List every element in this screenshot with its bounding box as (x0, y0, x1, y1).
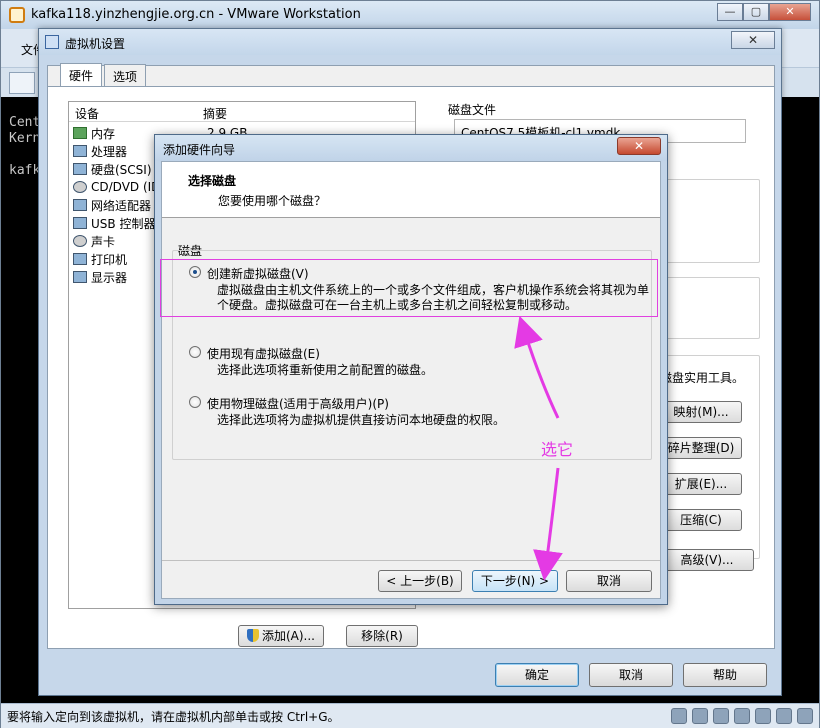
disk-status-icon[interactable] (671, 708, 687, 724)
expand-disk-button[interactable]: 扩展(E)... (660, 473, 742, 495)
wizard-header: 选择磁盘 您要使用哪个磁盘？ (162, 162, 660, 218)
network-icon (73, 199, 87, 211)
device-list-header: 设备 摘要 (69, 102, 415, 122)
device-name: USB 控制器 (91, 216, 156, 231)
wizard-cancel-button[interactable]: 取消 (566, 570, 652, 592)
device-status-icons (671, 708, 813, 724)
device-row-cd-dvd[interactable]: CD/DVD (ID (73, 178, 160, 196)
console-line: kafk (9, 163, 41, 178)
device-name: CD/DVD (ID (91, 180, 161, 194)
cd-status-icon[interactable] (692, 708, 708, 724)
option-use-physical-disk[interactable]: 使用物理磁盘(适用于高级用户)(P) 选择此选项将为虚拟机提供直接访问本地硬盘的… (189, 395, 659, 429)
hard-disk-icon (73, 163, 87, 175)
tab-options[interactable]: 选项 (104, 64, 147, 86)
settings-window-icon (45, 35, 59, 49)
add-hardware-wizard: 添加硬件向导 ✕ 选择磁盘 您要使用哪个磁盘？ 磁盘 创建新虚拟磁盘(V) 虚拟… (154, 134, 668, 605)
settings-title: 虚拟机设置 (65, 37, 126, 51)
summary-column-header[interactable]: 摘要 (203, 105, 227, 122)
option-label[interactable]: 使用物理磁盘(适用于高级用户)(P) (207, 395, 389, 412)
wizard-titlebar: 添加硬件向导 ✕ (155, 135, 667, 161)
home-tab-icon[interactable] (9, 72, 35, 94)
device-row-printer[interactable]: 打印机 (73, 250, 127, 268)
option-label[interactable]: 使用现有虚拟磁盘(E) (207, 345, 320, 362)
device-row-cpu[interactable]: 处理器 (73, 142, 127, 160)
uac-shield-icon (246, 629, 259, 642)
wizard-footer-separator (162, 560, 660, 561)
close-window-button[interactable]: ✕ (769, 3, 811, 21)
vmware-window-title: kafka118.yinzhengjie.org.cn - VMware Wor… (31, 7, 361, 22)
ok-button[interactable]: 确定 (495, 663, 579, 687)
monitor-status-icon[interactable] (797, 708, 813, 724)
device-row-usb[interactable]: USB 控制器 (73, 214, 155, 232)
maximize-button[interactable]: ▢ (743, 3, 769, 21)
cd-dvd-icon (73, 181, 87, 193)
printer-status-icon[interactable] (776, 708, 792, 724)
minimize-button[interactable]: — (717, 3, 743, 21)
advanced-button[interactable]: 高级(V)... (660, 549, 754, 571)
wizard-content: 选择磁盘 您要使用哪个磁盘？ 磁盘 创建新虚拟磁盘(V) 虚拟磁盘由主机文件系统… (161, 161, 661, 599)
help-button[interactable]: 帮助 (683, 663, 767, 687)
next-button[interactable]: 下一步(N) > (472, 570, 558, 592)
sound-status-icon[interactable] (755, 708, 771, 724)
annotation-text: 选它 (541, 440, 574, 459)
device-name: 声卡 (91, 234, 116, 249)
back-button[interactable]: < 上一步(B) (378, 570, 462, 592)
wizard-close-button[interactable]: ✕ (617, 137, 661, 155)
compact-disk-button[interactable]: 压缩(C) (660, 509, 742, 531)
device-name: 网络适配器 (91, 198, 152, 213)
console-line: Cent (9, 115, 41, 130)
memory-icon (73, 127, 87, 139)
add-hardware-button[interactable]: 添加(A)... (238, 625, 324, 647)
wizard-subheading: 您要使用哪个磁盘？ (218, 194, 327, 208)
device-row-monitor[interactable]: 显示器 (73, 268, 127, 286)
disk-utility-text: 磁盘实用工具。 (660, 371, 745, 385)
wizard-title: 添加硬件向导 (163, 143, 236, 157)
device-name: 处理器 (91, 144, 128, 159)
device-row-sound[interactable]: 声卡 (73, 232, 115, 250)
radio-use-existing-disk[interactable] (189, 346, 201, 358)
wizard-heading: 选择磁盘 (188, 174, 237, 188)
device-row-memory[interactable]: 内存 (73, 124, 115, 142)
device-column-header[interactable]: 设备 (75, 105, 99, 122)
vmware-titlebar: kafka118.yinzhengjie.org.cn - VMware Wor… (1, 1, 819, 29)
device-row-hard-disk[interactable]: 硬盘(SCSI) (73, 160, 152, 178)
device-name: 打印机 (91, 252, 128, 267)
vmware-statusbar: 要将输入定向到该虚拟机，请在虚拟机内部单击或按 Ctrl+G。 (1, 703, 819, 728)
disk-file-label: 磁盘文件 (448, 103, 497, 117)
settings-close-button[interactable]: ✕ (731, 31, 775, 49)
option-description: 选择此选项将为虚拟机提供直接访问本地硬盘的权限。 (217, 413, 506, 427)
vmware-logo-icon (9, 7, 25, 23)
monitor-icon (73, 271, 87, 283)
defrag-button[interactable]: 碎片整理(D) (660, 437, 742, 459)
map-disk-button[interactable]: 映射(M)... (660, 401, 742, 423)
add-hardware-label: 添加(A)... (261, 629, 316, 643)
remove-hardware-button[interactable]: 移除(R) (346, 625, 418, 647)
option-use-existing-disk[interactable]: 使用现有虚拟磁盘(E) 选择此选项将重新使用之前配置的磁盘。 (189, 345, 659, 379)
tab-hardware[interactable]: 硬件 (60, 63, 103, 87)
settings-cancel-button[interactable]: 取消 (589, 663, 673, 687)
device-name: 内存 (91, 126, 116, 141)
sound-icon (73, 235, 87, 247)
option-description: 选择此选项将重新使用之前配置的磁盘。 (217, 363, 434, 377)
cpu-icon (73, 145, 87, 157)
window-controls: — ▢ ✕ (717, 3, 811, 21)
device-row-network[interactable]: 网络适配器 (73, 196, 151, 214)
settings-titlebar: 虚拟机设置 ✕ (39, 29, 781, 55)
network-status-icon[interactable] (713, 708, 729, 724)
device-name: 硬盘(SCSI) (91, 162, 152, 177)
radio-use-physical-disk[interactable] (189, 396, 201, 408)
usb-icon (73, 217, 87, 229)
console-line: Kern (9, 131, 41, 146)
usb-status-icon[interactable] (734, 708, 750, 724)
status-text: 要将输入定向到该虚拟机，请在虚拟机内部单击或按 Ctrl+G。 (7, 710, 340, 724)
annotation-highlight-box (160, 259, 658, 317)
device-name: 显示器 (91, 270, 128, 285)
printer-icon (73, 253, 87, 265)
